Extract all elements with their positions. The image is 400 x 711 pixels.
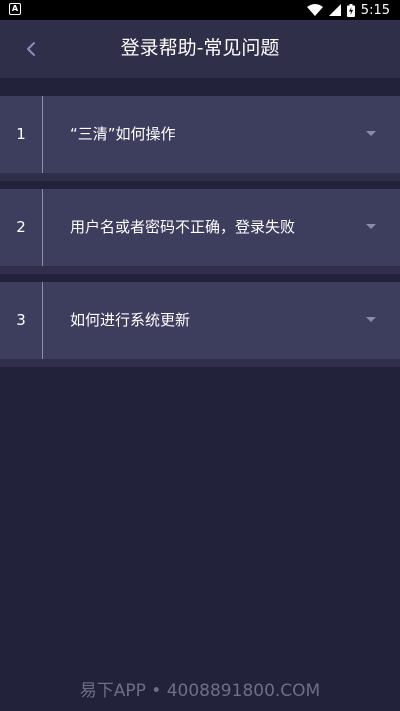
faq-question: 如何进行系统更新 — [70, 311, 191, 329]
faq-number: 1 — [16, 125, 26, 143]
back-button[interactable] — [16, 34, 46, 64]
faq-divider — [42, 96, 43, 173]
caret-down-icon[interactable] — [366, 131, 376, 136]
wifi-icon — [306, 4, 323, 16]
chevron-left-icon — [27, 42, 35, 56]
status-icons: 5:15 — [306, 1, 390, 19]
caret-down-icon[interactable] — [366, 224, 376, 229]
faq-question: 用户名或者密码不正确，登录失败 — [70, 218, 296, 236]
faq-item-2[interactable]: 2 用户名或者密码不正确，登录失败 — [0, 189, 400, 274]
faq-item-1[interactable]: 1 “三清”如何操作 — [0, 96, 400, 181]
signal-icon — [328, 4, 341, 16]
caret-down-icon[interactable] — [366, 317, 376, 322]
faq-number: 2 — [16, 218, 26, 236]
app-header: 登录帮助-常见问题 — [0, 20, 400, 78]
faq-divider — [42, 282, 43, 359]
clock: 5:15 — [360, 2, 390, 18]
page-title: 登录帮助-常见问题 — [120, 37, 280, 59]
watermark: 易下APP • 4008891800.COM — [79, 681, 321, 701]
faq-divider — [42, 189, 43, 266]
battery-icon — [346, 3, 355, 17]
faq-item-3[interactable]: 3 如何进行系统更新 — [0, 282, 400, 367]
faq-list: 1 “三清”如何操作 2 用户名或者密码不正确，登录失败 3 如何进行系统更新 — [0, 96, 400, 367]
status-bar: A 5:15 — [0, 0, 400, 20]
faq-number: 3 — [16, 311, 26, 329]
faq-question: “三清”如何操作 — [70, 125, 176, 143]
notification-a-icon: A — [9, 3, 21, 15]
